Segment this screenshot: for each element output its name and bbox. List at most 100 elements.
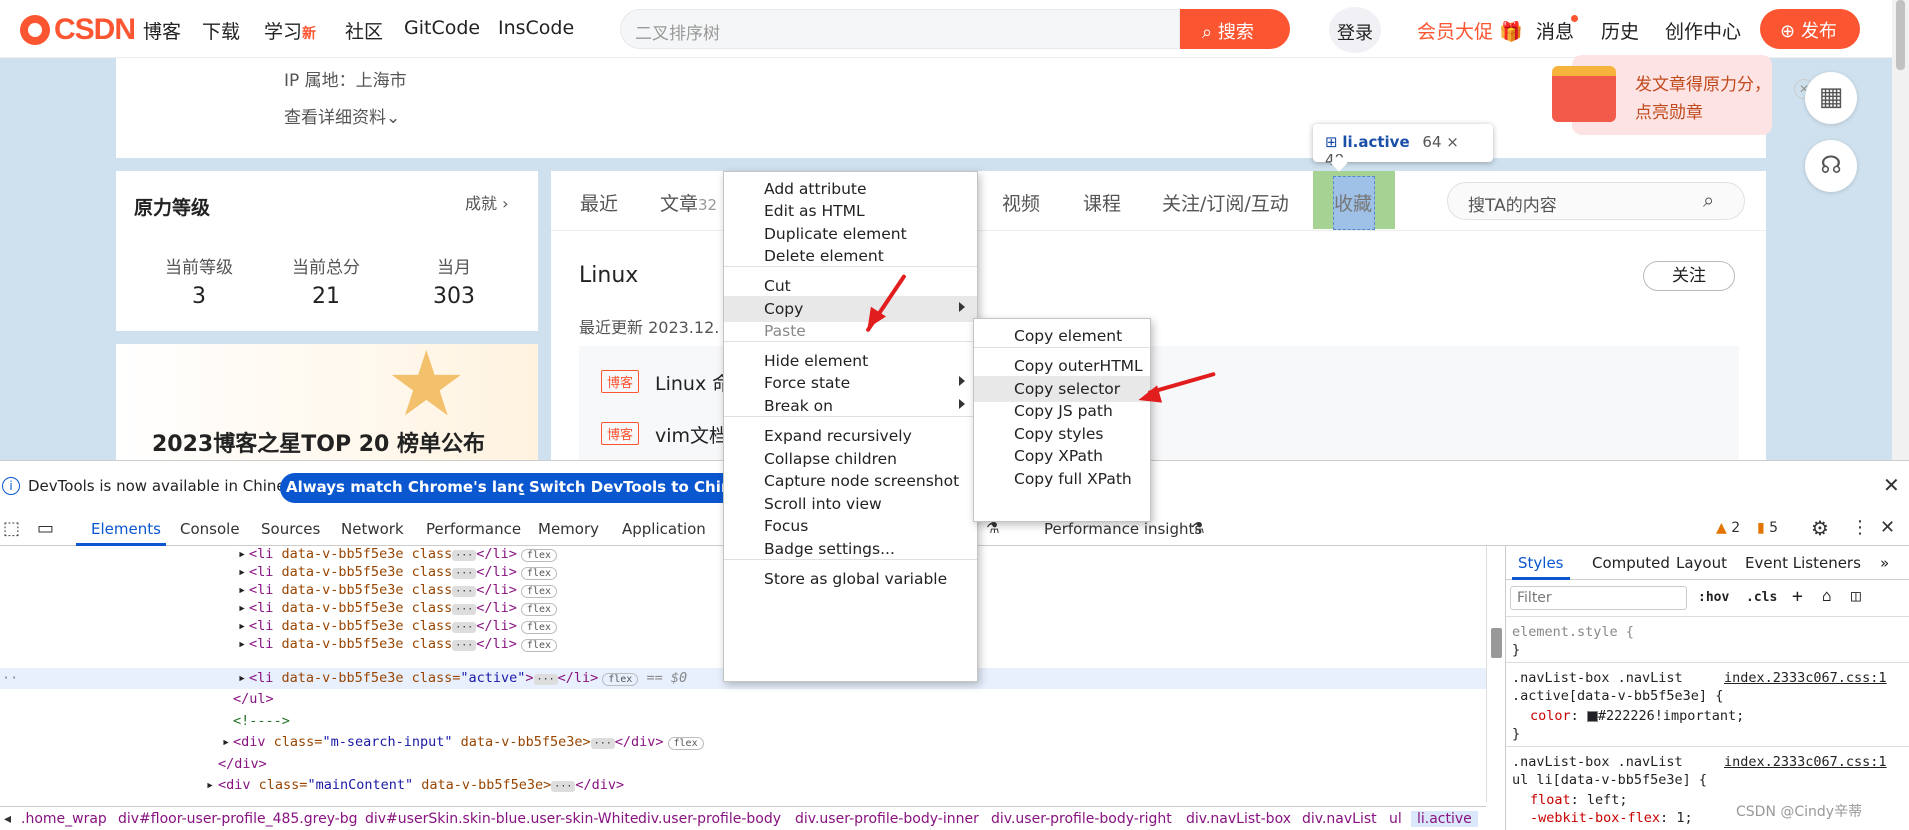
paint-icon[interactable]: ⌂ [1822, 586, 1832, 605]
expand-arrow-icon[interactable]: ▸ [238, 636, 246, 652]
dom-node[interactable]: ▸ <div class="mainContent" data-v-bb5f5e… [0, 775, 1486, 796]
tab-styles[interactable]: Styles [1518, 554, 1564, 572]
publish-button[interactable]: ⊕ 发布 [1760, 9, 1860, 49]
gear-icon[interactable]: ⚙ [1811, 516, 1829, 540]
color-swatch[interactable] [1586, 710, 1598, 722]
blog-star-banner[interactable]: ★ 2023博客之星TOP 20 榜单公布 [116, 344, 538, 460]
menu-item-store-as-global-variable[interactable]: Store as global variable [724, 566, 977, 592]
expand-arrow-icon[interactable]: ▸ [238, 670, 246, 686]
dom-node[interactable]: ▸ <div class="m-search-input" data-v-bb5… [0, 732, 1486, 753]
breadcrumb-item-active[interactable]: li.active [1411, 811, 1478, 827]
collapsed-dots[interactable]: ··· [533, 674, 558, 685]
flex-badge[interactable]: flex [520, 567, 558, 580]
vip-promo-link[interactable]: 会员大促 🎁 [1417, 17, 1523, 44]
collapsed-dots[interactable]: ··· [452, 622, 477, 633]
tab-network[interactable]: Network [341, 520, 404, 538]
tab-favorites[interactable]: 收藏 [1334, 189, 1372, 216]
flex-badge[interactable]: flex [520, 585, 558, 598]
profile-search-input[interactable]: 搜TA的内容 ⌕ [1447, 182, 1745, 220]
breadcrumb-item[interactable]: div#floor-user-profile_485.grey-bg [118, 811, 358, 827]
tab-sources[interactable]: Sources [261, 520, 320, 538]
expand-arrow-icon[interactable]: ▸ [238, 582, 246, 598]
view-details-link[interactable]: 查看详细资料⌄ [284, 103, 400, 128]
collapsed-dots[interactable]: ··· [551, 781, 576, 792]
add-rule-icon[interactable]: + [1792, 586, 1803, 607]
breadcrumb-item[interactable]: div#userSkin.skin-blue.user-skin-White [365, 811, 639, 827]
nav-learn[interactable]: 学习新 [264, 17, 316, 44]
flex-badge[interactable]: flex [602, 673, 639, 686]
breadcrumb-item[interactable]: div.user-profile-body-inner [795, 811, 979, 827]
tab-computed[interactable]: Computed [1592, 554, 1670, 572]
breadcrumb-item[interactable]: .home_wrap [21, 811, 107, 827]
flex-badge[interactable]: flex [667, 737, 704, 750]
login-button[interactable]: 登录 [1329, 7, 1381, 53]
collapsed-dots[interactable]: ··· [590, 738, 615, 749]
search-icon[interactable]: ⌕ [1703, 188, 1714, 212]
qrcode-icon[interactable]: ▦ [1805, 72, 1857, 124]
rule-source-link[interactable]: index.2333c067.css:1 [1724, 670, 1887, 686]
flex-badge[interactable]: flex [520, 621, 558, 634]
expand-arrow-icon[interactable]: ▸ [238, 564, 246, 580]
search-input[interactable]: 二叉排序树 [620, 9, 1180, 49]
tab-performance[interactable]: Performance [426, 520, 521, 538]
article-title[interactable]: Linux 命 [655, 369, 731, 396]
tab-videos[interactable]: 视频 [1002, 189, 1040, 216]
inspect-element-icon[interactable]: ⬚ [3, 518, 20, 539]
tab-layout[interactable]: Layout [1676, 554, 1727, 572]
page-scrollbar-thumb[interactable] [1896, 0, 1905, 70]
dom-node[interactable]: </ul> [0, 689, 1486, 710]
tab-articles[interactable]: 文章32 [660, 189, 717, 216]
flex-badge[interactable]: flex [520, 603, 558, 616]
dom-node[interactable]: </div> [0, 754, 1486, 775]
article-title[interactable]: vim文档 [655, 421, 728, 448]
breadcrumb-item[interactable]: div.user-profile-body [638, 811, 781, 827]
cls-button[interactable]: .cls [1746, 590, 1777, 605]
breadcrumb-item[interactable]: ul [1389, 811, 1402, 827]
warnings-badge[interactable]: ▲ 2 [1716, 520, 1740, 536]
breadcrumb-item[interactable]: div.navList [1302, 811, 1377, 827]
history-link[interactable]: 历史 [1601, 17, 1639, 44]
rule-source-link[interactable]: index.2333c067.css:1 [1724, 754, 1887, 770]
creator-center-link[interactable]: 创作中心 [1665, 17, 1741, 44]
css-declaration[interactable]: -webkit-box-flex: 1; [1530, 810, 1693, 826]
tab-console[interactable]: Console [180, 520, 240, 538]
tab-elements[interactable]: Elements [91, 520, 161, 538]
nav-gitcode[interactable]: GitCode [404, 17, 480, 39]
csdn-logo[interactable]: CSDN [20, 13, 136, 47]
dom-scrollbar-thumb[interactable] [1491, 628, 1502, 658]
flex-badge[interactable]: flex [520, 549, 558, 562]
tab-recent[interactable]: 最近 [580, 189, 618, 216]
tab-performance-insights[interactable]: Performance insights [1044, 520, 1202, 538]
css-declaration[interactable]: float: left; [1530, 792, 1628, 808]
expand-arrow-icon[interactable]: ▸ [238, 546, 246, 562]
nav-blog[interactable]: 博客 [143, 17, 181, 44]
issues-badge[interactable]: ▮ 5 [1757, 520, 1778, 536]
tab-memory[interactable]: Memory [538, 520, 599, 538]
collapsed-dots[interactable]: ··· [452, 604, 477, 615]
breadcrumb-item[interactable]: div.user-profile-body-right [991, 811, 1172, 827]
dom-node[interactable]: <!----> [0, 711, 1486, 732]
filter-input[interactable]: Filter [1510, 586, 1687, 610]
collapsed-dots[interactable]: ··· [452, 550, 477, 561]
follow-button[interactable]: 关注 [1643, 261, 1735, 291]
achievements-link[interactable]: 成就 › [465, 190, 509, 214]
scroll-left-icon[interactable]: ◂ [4, 811, 11, 827]
expand-arrow-icon[interactable]: ▸ [206, 777, 214, 793]
collapsed-dots[interactable]: ··· [452, 586, 477, 597]
expand-arrow-icon[interactable]: ▸ [238, 600, 246, 616]
page-scrollbar[interactable] [1892, 0, 1909, 460]
nav-community[interactable]: 社区 [345, 17, 383, 44]
tab-application[interactable]: Application [622, 520, 706, 538]
sidebar-toggle-icon[interactable]: ◫ [1851, 586, 1861, 605]
submenu-item-copy-element[interactable]: Copy element [974, 323, 1150, 349]
tab-follow[interactable]: 关注/订阅/互动 [1162, 189, 1289, 216]
submenu-item-copy-full-xpath[interactable]: Copy full XPath [974, 466, 1150, 492]
tab-courses[interactable]: 课程 [1083, 189, 1121, 216]
collapsed-dots[interactable]: ··· [452, 568, 477, 579]
expand-arrow-icon[interactable]: ▸ [238, 618, 246, 634]
tab-event-listeners[interactable]: Event Listeners [1745, 554, 1861, 572]
device-toolbar-icon[interactable]: ▭ [37, 518, 54, 539]
breadcrumb-item[interactable]: div.navList-box [1186, 811, 1291, 827]
nav-download[interactable]: 下载 [202, 17, 240, 44]
hov-button[interactable]: :hov [1698, 590, 1729, 605]
